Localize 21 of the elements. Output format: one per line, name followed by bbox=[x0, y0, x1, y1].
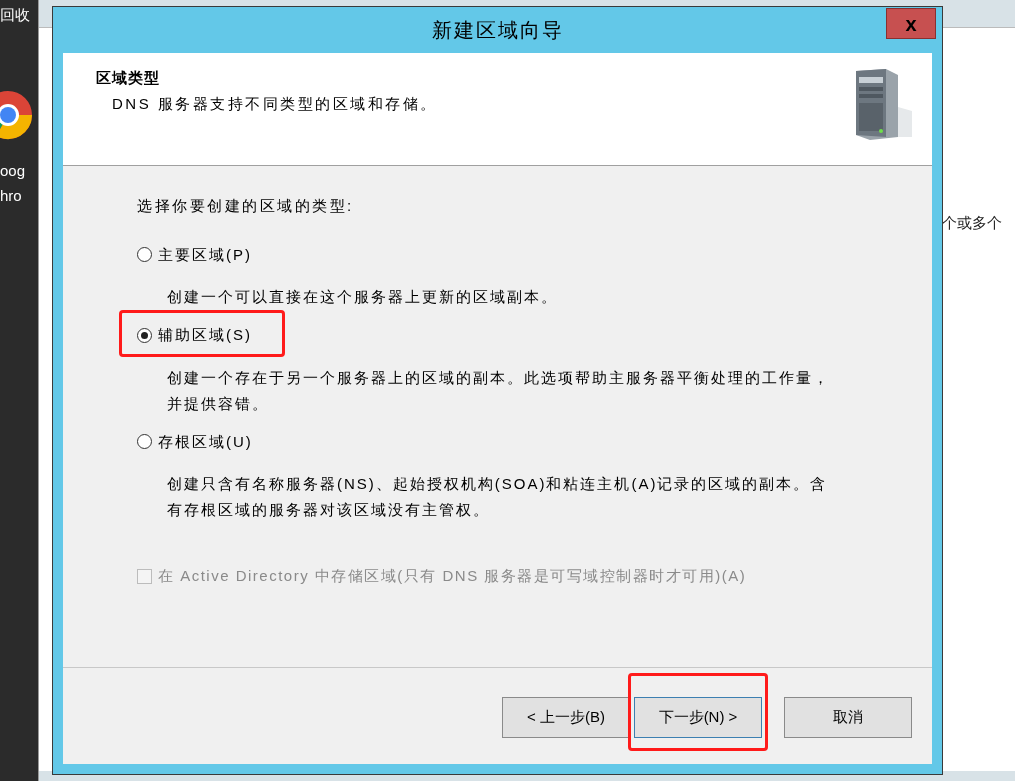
desktop-label: 回收 bbox=[0, 5, 30, 25]
dialog-title: 新建区域向导 bbox=[431, 18, 564, 43]
body-text: 个或多个 bbox=[942, 213, 1002, 233]
desktop-label: hro bbox=[0, 186, 22, 206]
option-description: 创建一个可以直接在这个服务器上更新的区域副本。 bbox=[167, 287, 559, 307]
prompt-text: 选择你要创建的区域的类型: bbox=[137, 196, 355, 216]
header-subtitle: DNS 服务器支持不同类型的区域和存储。 bbox=[112, 93, 438, 114]
desktop-label: oog bbox=[0, 161, 26, 181]
radio-option[interactable]: 主要区域(P) bbox=[137, 243, 282, 266]
header-title: 区域类型 bbox=[96, 68, 161, 88]
option-description: 创建一个存在于另一个服务器上的区域的副本。此选项帮助主服务器平衡处理的工作量，并提供容错。 bbox=[167, 367, 831, 414]
radio-button[interactable] bbox=[137, 247, 152, 263]
wizard-button[interactable]: 下一步(N) > bbox=[634, 697, 762, 738]
radio-option[interactable]: 存根区域(U) bbox=[137, 430, 282, 453]
radio-button[interactable] bbox=[137, 327, 152, 343]
option-description: 创建只含有名称服务器(NS)、起始授权机构(SOA)和粘连主机(A)记录的区域的副本。含有存根区域的服务器对该区域没有主管权。 bbox=[167, 474, 829, 520]
close-button[interactable]: x bbox=[886, 8, 936, 39]
wizard-button[interactable]: < 上一步(B) bbox=[502, 697, 630, 738]
radio-option[interactable]: 辅助区域(S) bbox=[137, 324, 282, 347]
wizard-button[interactable]: 取消 bbox=[784, 697, 912, 738]
radio-button[interactable] bbox=[137, 434, 152, 450]
